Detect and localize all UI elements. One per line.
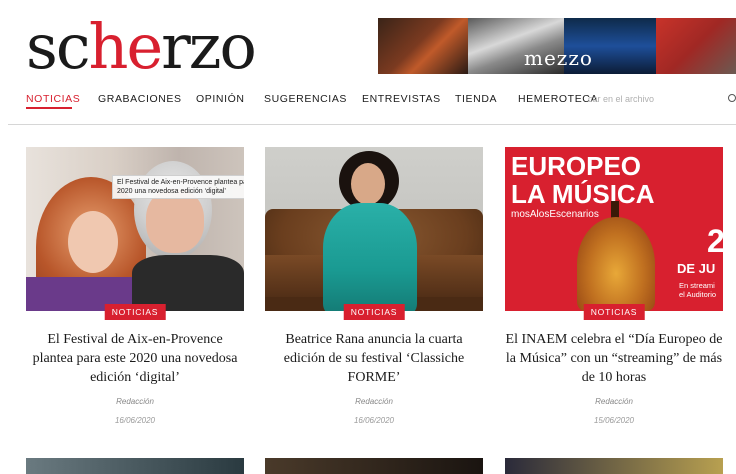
article-author[interactable]: Redacción: [505, 397, 723, 406]
article-author[interactable]: Redacción: [265, 397, 483, 406]
mezzo-ad-banner[interactable]: mezzo: [378, 18, 736, 74]
nav-item-tienda[interactable]: TIENDA: [455, 93, 497, 105]
banner-photo: [378, 18, 468, 74]
nav-item-noticias[interactable]: NOTICIAS: [26, 93, 80, 105]
image-text: EUROPEO: [511, 151, 642, 181]
nav-item-entrevistas[interactable]: ENTREVISTAS: [362, 93, 441, 105]
image-text: DE JU: [677, 261, 716, 276]
article-date: 16/06/2020: [114, 416, 156, 425]
banner-brand: mezzo: [524, 46, 593, 70]
category-badge[interactable]: NOTICIAS: [583, 304, 645, 320]
category-badge[interactable]: NOTICIAS: [104, 304, 166, 320]
image-text: En streami el Auditorio: [679, 281, 717, 299]
header-divider: [8, 124, 736, 125]
article-image[interactable]: [265, 458, 483, 474]
nav-item-sugerencias[interactable]: SUGERENCIAS: [264, 93, 347, 105]
image-text: mosAlosEscenarios: [511, 209, 599, 220]
article-date: 15/06/2020: [593, 416, 635, 425]
article-image[interactable]: [26, 458, 244, 474]
nav-active-indicator: [26, 107, 72, 109]
article-image[interactable]: EUROPEO LA MÚSICA mosAlosEscenarios 2 DE…: [505, 147, 723, 311]
article-title[interactable]: Beatrice Rana anuncia la cuarta edición …: [265, 330, 483, 387]
image-text: 2: [707, 223, 723, 259]
article-image[interactable]: [265, 147, 483, 311]
banner-photo: [656, 18, 736, 74]
article-title[interactable]: El Festival de Aix-en-Provence plantea p…: [26, 330, 244, 387]
nav-item-hemeroteca[interactable]: HEMEROTECA: [518, 93, 598, 105]
article-title[interactable]: El INAEM celebra el “Día Europeo de la M…: [505, 330, 723, 387]
search-icon[interactable]: [728, 94, 736, 102]
cello-illustration: [577, 217, 655, 311]
nav-item-opinion[interactable]: OPINIÓN: [196, 93, 245, 105]
article-image[interactable]: El Festival de Aix-en-Provence plantea p…: [26, 147, 244, 311]
article-date: 16/06/2020: [353, 416, 395, 425]
logo-accent: he: [88, 10, 164, 83]
article-image[interactable]: [505, 458, 723, 474]
nav-item-grabaciones[interactable]: GRABACIONES: [98, 93, 182, 105]
article-card[interactable]: NOTICIAS Beatrice Rana anuncia la cuarta…: [265, 147, 483, 425]
image-text: LA MÚSICA: [511, 179, 655, 209]
article-card[interactable]: El Festival de Aix-en-Provence plantea p…: [26, 147, 244, 425]
main-nav: NOTICIAS GRABACIONES OPINIÓN SUGERENCIAS…: [0, 88, 736, 112]
article-card[interactable]: EUROPEO LA MÚSICA mosAlosEscenarios 2 DE…: [505, 147, 723, 425]
category-badge[interactable]: NOTICIAS: [343, 304, 405, 320]
site-logo[interactable]: scherzo: [26, 10, 257, 84]
image-tooltip: El Festival de Aix-en-Provence plantea p…: [112, 175, 244, 199]
article-author[interactable]: Redacción: [26, 397, 244, 406]
search-input[interactable]: [588, 91, 726, 107]
